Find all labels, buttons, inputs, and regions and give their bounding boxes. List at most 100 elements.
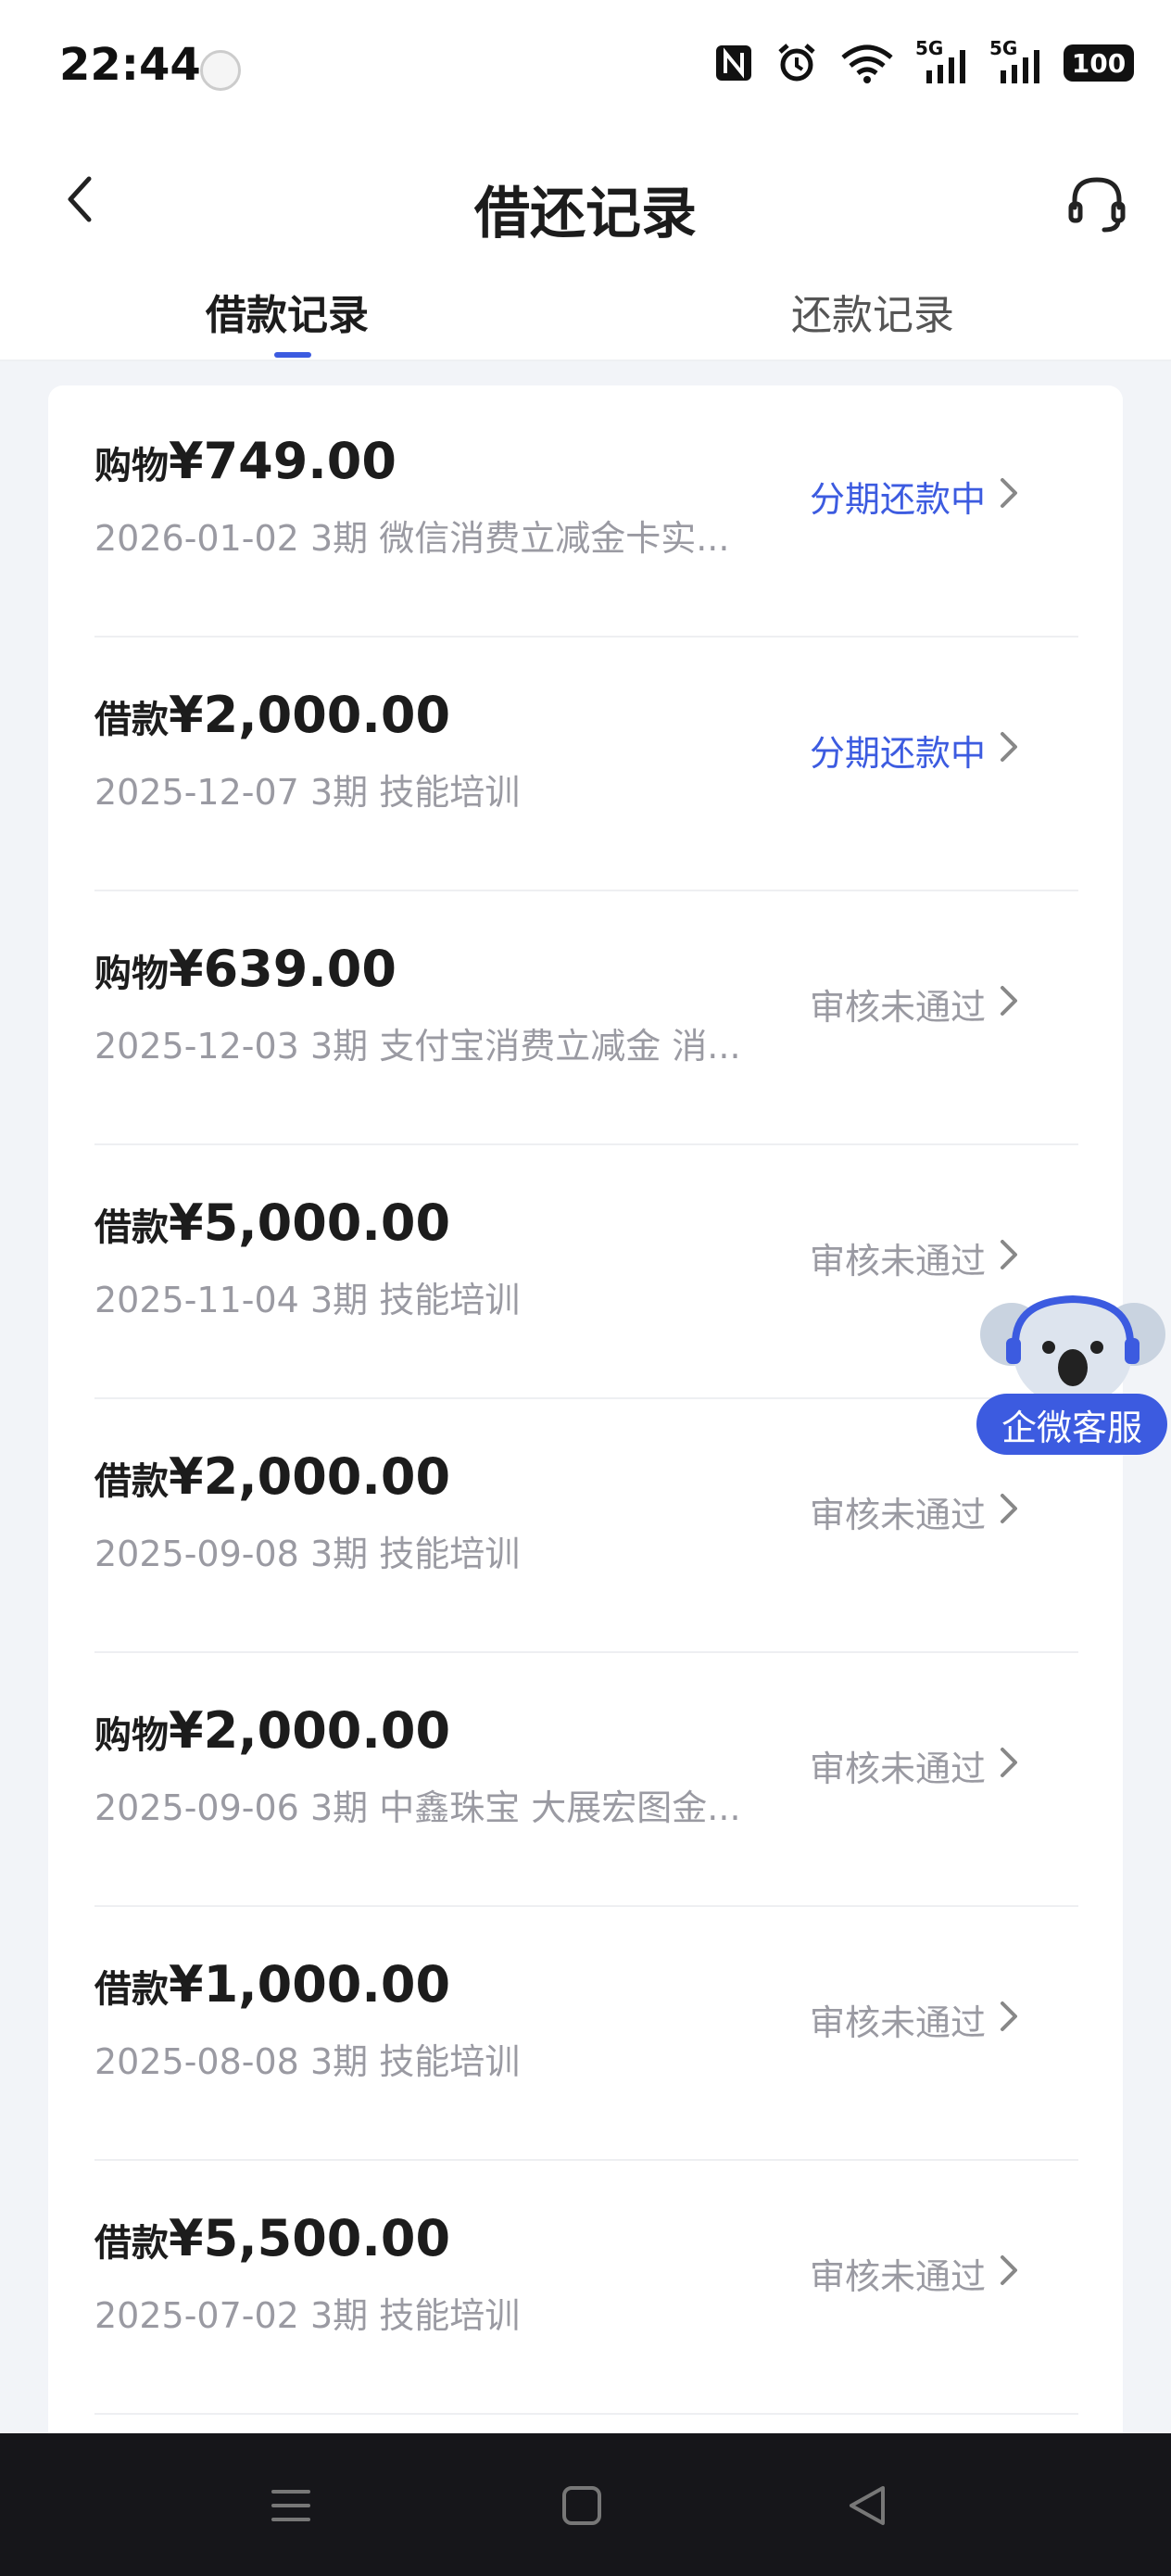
- record-periods: 3期: [309, 2041, 369, 2082]
- record-item[interactable]: 购物¥2,000.00 2025-09-06 3期 中鑫珠宝 大展宏图金... …: [94, 1655, 1123, 1907]
- record-date: 2026-01-02: [94, 518, 299, 559]
- wifi-icon: [841, 44, 893, 83]
- record-amount: ¥749.00: [169, 432, 397, 490]
- wecom-service-button[interactable]: 企微客服: [976, 1394, 1167, 1455]
- record-periods: 3期: [309, 518, 369, 559]
- status-bar: 22:44 5G 5G 100: [0, 0, 1171, 139]
- record-title: 借款¥2,000.00: [94, 686, 450, 744]
- record-description: 技能培训: [379, 772, 521, 813]
- chevron-right-icon: [1001, 478, 1017, 508]
- record-item[interactable]: 借款¥2,000.00 2025-12-07 3期 技能培训 分期还款中: [94, 639, 1123, 891]
- home-button[interactable]: [554, 2478, 610, 2533]
- chevron-right-icon: [1001, 1240, 1017, 1269]
- nfc-icon: [716, 45, 751, 81]
- record-item[interactable]: 借款¥5,000.00 2025-11-04 3期 技能培训 审核未通过: [94, 1147, 1123, 1399]
- back-nav-button[interactable]: [839, 2478, 895, 2533]
- record-details: 2025-09-08 3期 技能培训: [94, 1525, 520, 1576]
- divider: [94, 2159, 1078, 2161]
- divider: [94, 2413, 1078, 2415]
- back-triangle-icon: [850, 2486, 885, 2525]
- record-description: 技能培训: [379, 2041, 521, 2082]
- record-status: 审核未通过: [809, 1495, 986, 1535]
- record-description: 微信消费立减金卡实...: [379, 518, 730, 559]
- divider: [94, 1397, 1078, 1399]
- record-date: 2025-12-03: [94, 1026, 299, 1067]
- menu-button[interactable]: [263, 2478, 319, 2533]
- record-type: 借款: [94, 1968, 169, 2011]
- record-details: 2025-08-08 3期 技能培训: [94, 2033, 520, 2084]
- record-periods: 3期: [309, 2295, 369, 2336]
- customer-service-button[interactable]: [1060, 167, 1134, 241]
- record-periods: 3期: [309, 1280, 369, 1320]
- record-date: 2025-09-06: [94, 1787, 299, 1828]
- header: 借还记录: [0, 139, 1171, 259]
- clock-app-icon: [200, 50, 241, 91]
- record-status: 分期还款中: [809, 733, 986, 774]
- tab-repayment-records[interactable]: 还款记录: [791, 282, 954, 341]
- battery-indicator: 100: [1064, 44, 1134, 82]
- chevron-right-icon: [1001, 986, 1017, 1016]
- record-item[interactable]: 购物¥749.00 2026-01-02 3期 微信消费立减金卡实... 分期还…: [94, 385, 1123, 638]
- record-description: 中鑫珠宝 大展宏图金...: [379, 1787, 741, 1828]
- record-date: 2025-08-08: [94, 2041, 299, 2082]
- record-description: 技能培训: [379, 1534, 521, 1574]
- record-type: 购物: [94, 953, 169, 995]
- record-type: 借款: [94, 1460, 169, 1503]
- records-list: 购物¥749.00 2026-01-02 3期 微信消费立减金卡实... 分期还…: [48, 385, 1123, 2446]
- record-periods: 3期: [309, 1026, 369, 1067]
- record-status: 审核未通过: [809, 1749, 986, 1789]
- record-type: 借款: [94, 1206, 169, 1249]
- record-title: 借款¥2,000.00: [94, 1447, 450, 1506]
- page-title: 借还记录: [474, 182, 697, 246]
- record-type: 购物: [94, 1714, 169, 1757]
- record-amount: ¥5,000.00: [169, 1193, 451, 1252]
- status-icons: 5G 5G 100: [713, 37, 1134, 85]
- record-title: 借款¥5,000.00: [94, 1193, 450, 1252]
- record-status: 分期还款中: [809, 479, 986, 520]
- record-item[interactable]: 购物¥639.00 2025-12-03 3期 支付宝消费立减金 消... 审核…: [94, 893, 1123, 1145]
- record-details: 2026-01-02 3期 微信消费立减金卡实...: [94, 510, 729, 561]
- record-date: 2025-09-08: [94, 1534, 299, 1574]
- divider: [94, 1905, 1078, 1907]
- record-amount: ¥2,000.00: [169, 686, 451, 744]
- record-periods: 3期: [309, 1534, 369, 1574]
- chevron-right-icon: [1001, 732, 1017, 762]
- record-details: 2025-11-04 3期 技能培训: [94, 1271, 520, 1322]
- record-item[interactable]: 借款¥2,000.00 2025-09-08 3期 技能培训 审核未通过: [94, 1401, 1123, 1653]
- record-date: 2025-12-07: [94, 772, 299, 813]
- record-title: 购物¥749.00: [94, 432, 397, 490]
- home-square-icon: [562, 2486, 601, 2525]
- divider: [94, 1651, 1078, 1653]
- menu-icon: [271, 2490, 310, 2521]
- chevron-right-icon: [1001, 1494, 1017, 1523]
- record-details: 2025-12-03 3期 支付宝消费立减金 消...: [94, 1017, 741, 1068]
- record-title: 借款¥1,000.00: [94, 1955, 450, 2014]
- record-periods: 3期: [309, 772, 369, 813]
- record-type: 借款: [94, 2222, 169, 2265]
- chevron-right-icon: [1001, 2255, 1017, 2285]
- record-title: 借款¥5,500.00: [94, 2209, 450, 2267]
- divider: [94, 890, 1078, 891]
- record-date: 2025-11-04: [94, 1280, 299, 1320]
- record-amount: ¥2,000.00: [169, 1701, 451, 1760]
- record-status: 审核未通过: [809, 2002, 986, 2043]
- record-amount: ¥639.00: [169, 940, 397, 998]
- record-type: 借款: [94, 699, 169, 741]
- divider: [94, 1143, 1078, 1145]
- chevron-right-icon: [1001, 1748, 1017, 1777]
- record-title: 购物¥639.00: [94, 940, 397, 998]
- record-description: 支付宝消费立减金 消...: [379, 1026, 741, 1067]
- chevron-right-icon: [1001, 2001, 1017, 2031]
- system-navigation-bar: [0, 2433, 1171, 2576]
- status-time: 22:44: [59, 39, 201, 91]
- record-details: 2025-12-07 3期 技能培训: [94, 764, 520, 814]
- record-item[interactable]: 借款¥1,000.00 2025-08-08 3期 技能培训 审核未通过: [94, 1909, 1123, 2161]
- record-details: 2025-07-02 3期 技能培训: [94, 2287, 520, 2338]
- record-status: 审核未通过: [809, 987, 986, 1028]
- record-status: 审核未通过: [809, 1241, 986, 1282]
- record-details: 2025-09-06 3期 中鑫珠宝 大展宏图金...: [94, 1779, 741, 1830]
- record-periods: 3期: [309, 1787, 369, 1828]
- record-amount: ¥1,000.00: [169, 1955, 451, 2014]
- record-item[interactable]: 借款¥5,500.00 2025-07-02 3期 技能培训 审核未通过: [94, 2163, 1123, 2415]
- tab-loan-records[interactable]: 借款记录: [206, 282, 369, 341]
